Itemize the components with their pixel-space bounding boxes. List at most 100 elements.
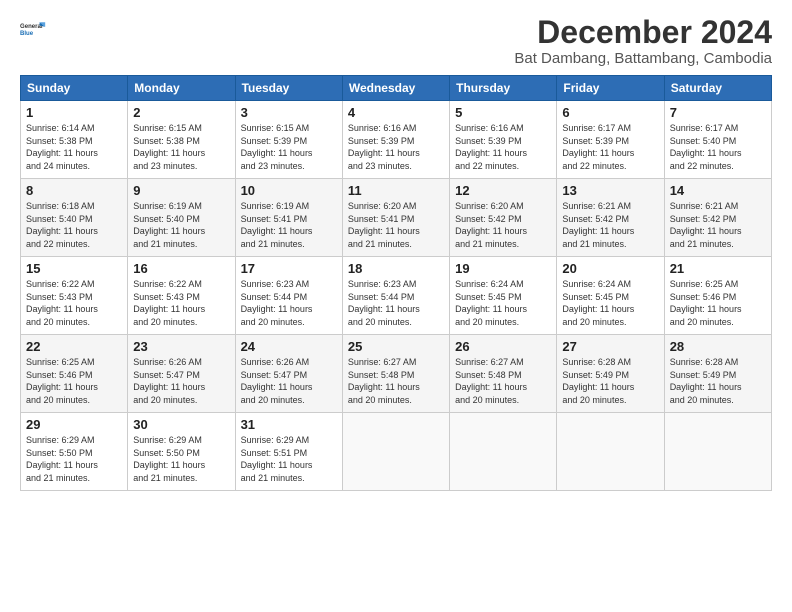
day-info: Sunrise: 6:17 AM Sunset: 5:39 PM Dayligh… — [562, 122, 658, 172]
day-info: Sunrise: 6:29 AM Sunset: 5:51 PM Dayligh… — [241, 434, 337, 484]
logo: GeneralBlue — [20, 15, 48, 43]
table-row: 26Sunrise: 6:27 AM Sunset: 5:48 PM Dayli… — [450, 335, 557, 413]
day-number: 18 — [348, 261, 444, 276]
day-number: 23 — [133, 339, 229, 354]
day-number: 12 — [455, 183, 551, 198]
day-info: Sunrise: 6:24 AM Sunset: 5:45 PM Dayligh… — [562, 278, 658, 328]
table-row: 23 Sunrise: 6:26 AM Sunset: 5:47 PM Dayli… — [128, 335, 235, 413]
day-number: 15 — [26, 261, 122, 276]
day-info: Sunrise: 6:23 AM Sunset: 5:44 PM Dayligh… — [241, 278, 337, 328]
calendar-row: 15 Sunrise: 6:22 AM Sunset: 5:43 PM Dayli… — [21, 257, 772, 335]
day-info: Sunrise: 6:15 AM Sunset: 5:38 PM Dayligh… — [133, 122, 229, 172]
day-number: 10 — [241, 183, 337, 198]
day-info: Sunrise: 6:16 AM Sunset: 5:39 PM Dayligh… — [348, 122, 444, 172]
table-row: 8 Sunrise: 6:18 AM Sunset: 5:40 PM Daylig… — [21, 179, 128, 257]
col-wednesday: Wednesday — [342, 76, 449, 101]
day-info: Sunrise: 6:22 AM Sunset: 5:43 PM Dayligh… — [133, 278, 229, 328]
table-row: 21Sunrise: 6:25 AM Sunset: 5:46 PM Dayli… — [664, 257, 771, 335]
table-row: 22Sunrise: 6:25 AM Sunset: 5:46 PM Dayli… — [21, 335, 128, 413]
day-number: 2 — [133, 105, 229, 120]
table-row: 18 Sunrise: 6:23 AM Sunset: 5:44 PM Dayli… — [342, 257, 449, 335]
day-info: Sunrise: 6:19 AM Sunset: 5:40 PM Dayligh… — [133, 200, 229, 250]
day-info: Sunrise: 6:29 AM Sunset: 5:50 PM Dayligh… — [133, 434, 229, 484]
day-info: Sunrise: 6:15 AM Sunset: 5:39 PM Dayligh… — [241, 122, 337, 172]
table-row: 13 Sunrise: 6:21 AM Sunset: 5:42 PM Dayli… — [557, 179, 664, 257]
day-info: Sunrise: 6:16 AM Sunset: 5:39 PM Dayligh… — [455, 122, 551, 172]
day-info: Sunrise: 6:25 AM Sunset: 5:46 PM Dayligh… — [670, 278, 766, 328]
day-info: Sunrise: 6:26 AM Sunset: 5:47 PM Dayligh… — [241, 356, 337, 406]
col-monday: Monday — [128, 76, 235, 101]
calendar-table: Sunday Monday Tuesday Wednesday Thursday… — [20, 75, 772, 491]
location-subtitle: Bat Dambang, Battambang, Cambodia — [514, 50, 772, 67]
page-container: GeneralBlue December 2024 Bat Dambang, B… — [0, 0, 792, 501]
day-info: Sunrise: 6:26 AM Sunset: 5:47 PM Dayligh… — [133, 356, 229, 406]
table-row: 10 Sunrise: 6:19 AM Sunset: 5:41 PM Dayli… — [235, 179, 342, 257]
table-row — [342, 413, 449, 491]
month-title: December 2024 — [514, 15, 772, 50]
table-row: 5Sunrise: 6:16 AM Sunset: 5:39 PM Daylig… — [450, 101, 557, 179]
day-number: 25 — [348, 339, 444, 354]
table-row — [557, 413, 664, 491]
day-info: Sunrise: 6:21 AM Sunset: 5:42 PM Dayligh… — [670, 200, 766, 250]
table-row: 19 Sunrise: 6:24 AM Sunset: 5:45 PM Dayli… — [450, 257, 557, 335]
table-row: 1 Sunrise: 6:14 AM Sunset: 5:38 PM Daylig… — [21, 101, 128, 179]
table-row: 14 Sunrise: 6:21 AM Sunset: 5:42 PM Dayli… — [664, 179, 771, 257]
day-info: Sunrise: 6:20 AM Sunset: 5:41 PM Dayligh… — [348, 200, 444, 250]
table-row: 17 Sunrise: 6:23 AM Sunset: 5:44 PM Dayli… — [235, 257, 342, 335]
calendar-row: 8 Sunrise: 6:18 AM Sunset: 5:40 PM Daylig… — [21, 179, 772, 257]
day-number: 6 — [562, 105, 658, 120]
day-info: Sunrise: 6:14 AM Sunset: 5:38 PM Dayligh… — [26, 122, 122, 172]
table-row: 31Sunrise: 6:29 AM Sunset: 5:51 PM Dayli… — [235, 413, 342, 491]
day-info: Sunrise: 6:17 AM Sunset: 5:40 PM Dayligh… — [670, 122, 766, 172]
table-row — [664, 413, 771, 491]
day-number: 17 — [241, 261, 337, 276]
table-row: 12Sunrise: 6:20 AM Sunset: 5:42 PM Dayli… — [450, 179, 557, 257]
day-info: Sunrise: 6:24 AM Sunset: 5:45 PM Dayligh… — [455, 278, 551, 328]
day-info: Sunrise: 6:28 AM Sunset: 5:49 PM Dayligh… — [670, 356, 766, 406]
calendar-row: 1 Sunrise: 6:14 AM Sunset: 5:38 PM Daylig… — [21, 101, 772, 179]
col-thursday: Thursday — [450, 76, 557, 101]
day-number: 30 — [133, 417, 229, 432]
table-row: 2 Sunrise: 6:15 AM Sunset: 5:38 PM Daylig… — [128, 101, 235, 179]
day-info: Sunrise: 6:27 AM Sunset: 5:48 PM Dayligh… — [455, 356, 551, 406]
day-number: 19 — [455, 261, 551, 276]
day-number: 13 — [562, 183, 658, 198]
logo-icon: GeneralBlue — [20, 15, 48, 43]
day-number: 11 — [348, 183, 444, 198]
day-number: 9 — [133, 183, 229, 198]
table-row: 3 Sunrise: 6:15 AM Sunset: 5:39 PM Daylig… — [235, 101, 342, 179]
table-row: 6 Sunrise: 6:17 AM Sunset: 5:39 PM Daylig… — [557, 101, 664, 179]
table-row: 15Sunrise: 6:22 AM Sunset: 5:43 PM Dayli… — [21, 257, 128, 335]
day-number: 29 — [26, 417, 122, 432]
day-info: Sunrise: 6:21 AM Sunset: 5:42 PM Dayligh… — [562, 200, 658, 250]
title-area: December 2024 Bat Dambang, Battambang, C… — [514, 15, 772, 67]
day-info: Sunrise: 6:25 AM Sunset: 5:46 PM Dayligh… — [26, 356, 122, 406]
day-info: Sunrise: 6:27 AM Sunset: 5:48 PM Dayligh… — [348, 356, 444, 406]
table-row: 7Sunrise: 6:17 AM Sunset: 5:40 PM Daylig… — [664, 101, 771, 179]
table-row: 29Sunrise: 6:29 AM Sunset: 5:50 PM Dayli… — [21, 413, 128, 491]
header: GeneralBlue December 2024 Bat Dambang, B… — [20, 15, 772, 67]
col-sunday: Sunday — [21, 76, 128, 101]
day-info: Sunrise: 6:18 AM Sunset: 5:40 PM Dayligh… — [26, 200, 122, 250]
table-row: 24 Sunrise: 6:26 AM Sunset: 5:47 PM Dayli… — [235, 335, 342, 413]
day-info: Sunrise: 6:19 AM Sunset: 5:41 PM Dayligh… — [241, 200, 337, 250]
day-number: 14 — [670, 183, 766, 198]
day-number: 27 — [562, 339, 658, 354]
day-number: 1 — [26, 105, 122, 120]
day-info: Sunrise: 6:28 AM Sunset: 5:49 PM Dayligh… — [562, 356, 658, 406]
svg-text:General: General — [20, 24, 43, 30]
day-number: 16 — [133, 261, 229, 276]
day-number: 3 — [241, 105, 337, 120]
table-row: 27 Sunrise: 6:28 AM Sunset: 5:49 PM Dayli… — [557, 335, 664, 413]
day-number: 24 — [241, 339, 337, 354]
day-number: 4 — [348, 105, 444, 120]
day-number: 20 — [562, 261, 658, 276]
table-row: 9 Sunrise: 6:19 AM Sunset: 5:40 PM Daylig… — [128, 179, 235, 257]
col-saturday: Saturday — [664, 76, 771, 101]
table-row — [450, 413, 557, 491]
table-row: 28Sunrise: 6:28 AM Sunset: 5:49 PM Dayli… — [664, 335, 771, 413]
table-row: 25 Sunrise: 6:27 AM Sunset: 5:48 PM Dayli… — [342, 335, 449, 413]
day-number: 8 — [26, 183, 122, 198]
table-row: 20 Sunrise: 6:24 AM Sunset: 5:45 PM Dayli… — [557, 257, 664, 335]
day-info: Sunrise: 6:23 AM Sunset: 5:44 PM Dayligh… — [348, 278, 444, 328]
